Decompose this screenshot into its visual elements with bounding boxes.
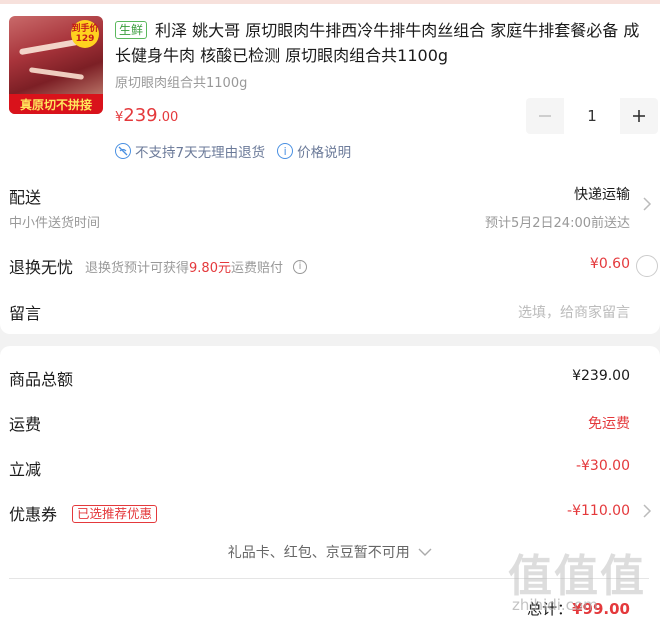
discount-value: -¥30.00 — [575, 458, 630, 474]
freight-value: 免运费 — [588, 416, 630, 432]
return-policy-notice: 不支持7天无理由退货 i 价格说明 — [115, 141, 351, 161]
message-input[interactable]: 选填，给商家留言 — [518, 302, 630, 322]
quantity-stepper: 1 — [526, 98, 658, 134]
product-title[interactable]: 生鲜 利泽 姚大哥 原切眼肉牛排西冷牛排牛肉丝组合 家庭牛排套餐必备 成长健身牛肉… — [115, 18, 650, 68]
goods-total-value: ¥239.00 — [572, 368, 630, 384]
discount-label: 立减 — [9, 460, 42, 479]
product-thumbnail[interactable]: 到手价 129 真原切不拼接 — [9, 16, 103, 114]
order-item-card: 到手价 129 真原切不拼接 生鲜 利泽 姚大哥 原切眼肉牛排西冷牛排牛肉丝组合 … — [0, 4, 660, 334]
coupon-label: 优惠券 — [9, 505, 58, 524]
watermark-url: zhihidi.com — [512, 596, 598, 614]
delivery-sub: 中小件送货时间 — [9, 216, 101, 231]
coupon-chevron-icon[interactable] — [642, 503, 652, 524]
no-return-icon — [115, 143, 131, 159]
plus-icon[interactable] — [620, 98, 658, 134]
fresh-tag: 生鲜 — [115, 21, 148, 39]
info-icon[interactable]: i — [292, 259, 307, 274]
return-insurance-label: 退换无忧 — [9, 258, 74, 277]
price-info-link[interactable]: 价格说明 — [297, 141, 351, 161]
info-icon[interactable]: i — [277, 143, 294, 159]
return-insurance-price: ¥0.60 — [589, 256, 630, 272]
delivery-label: 配送 — [9, 188, 42, 207]
site-watermark: 值值值 — [508, 551, 646, 602]
thumbnail-ribbon: 真原切不拼接 — [9, 94, 103, 114]
delivery-eta: 预计5月2日24:00前送达 — [484, 216, 630, 231]
return-insurance-desc: 退换货预计可获得 9.80元 运费赔付 i — [85, 257, 311, 276]
product-title-text: 利泽 姚大哥 原切眼肉牛排西冷牛排牛肉丝组合 家庭牛排套餐必备 成长健身牛肉 核… — [115, 21, 640, 65]
goods-total-label: 商品总额 — [9, 370, 74, 389]
coupon-tag: 已选推荐优惠 — [72, 503, 158, 523]
promo-price-badge: 到手价 129 — [71, 20, 99, 48]
coupon-value[interactable]: -¥110.00 — [567, 503, 630, 519]
delivery-chevron-icon[interactable] — [642, 196, 652, 217]
minus-icon[interactable] — [526, 98, 564, 134]
quantity-value[interactable]: 1 — [564, 98, 620, 134]
no-return-text: 不支持7天无理由退货 — [135, 145, 266, 161]
return-insurance-radio[interactable] — [636, 255, 658, 277]
delivery-method[interactable]: 快递运输 — [574, 184, 630, 204]
product-spec: 原切眼肉组合共1100g — [115, 76, 248, 91]
freight-label: 运费 — [9, 415, 42, 434]
product-price: ¥239.00 — [115, 105, 179, 126]
chevron-down-icon — [418, 545, 432, 561]
message-label: 留言 — [9, 304, 42, 323]
